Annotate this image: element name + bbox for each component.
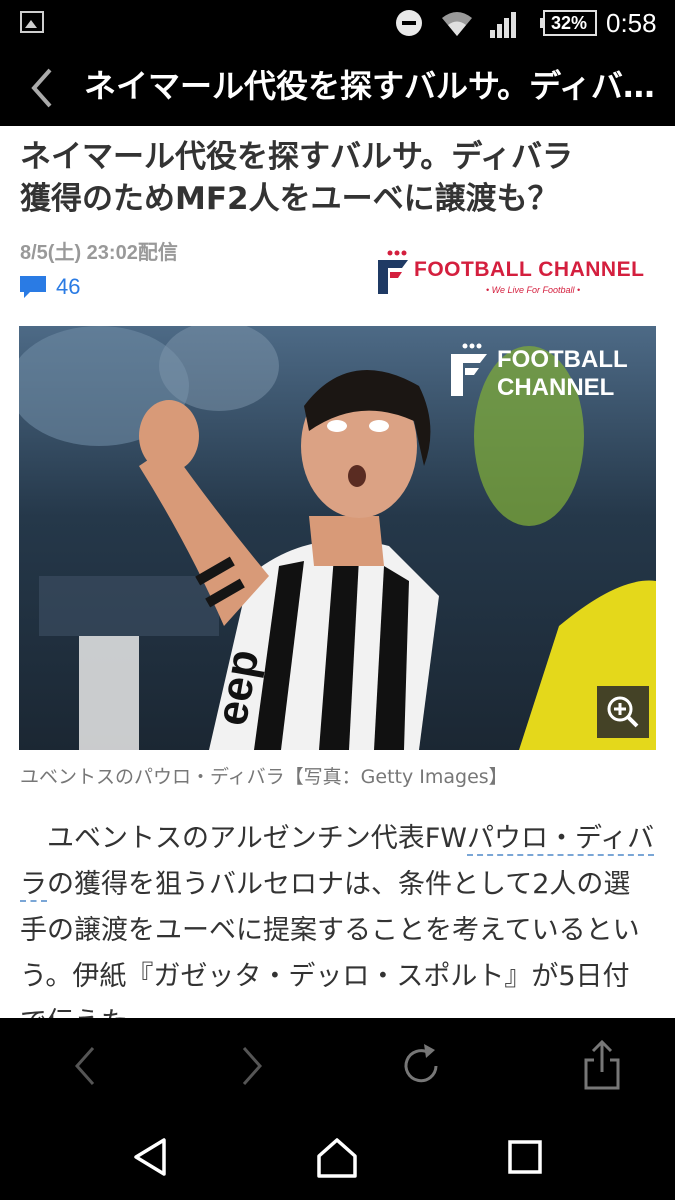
browser-toolbar	[0, 1018, 675, 1114]
publisher-logo[interactable]: FOOTBALL CHANNEL • We Live For Football …	[376, 248, 661, 298]
clock: 0:58	[606, 8, 657, 38]
back-arrow-icon[interactable]	[10, 56, 70, 116]
article-content[interactable]: ネイマール代役を探すバルサ。ディバラ 獲得のためMF2人をユーベに譲渡も？ 8/…	[0, 126, 675, 1018]
photo-watermark: FOOTBALL CHANNEL	[449, 340, 649, 401]
share-icon[interactable]	[572, 1036, 632, 1096]
article-photo[interactable]: eep FOOTBALL CHANNEL	[19, 326, 656, 750]
wifi-icon	[442, 12, 472, 36]
headline-line-2: 獲得のためMF2人をユーベに譲渡も？	[20, 181, 559, 217]
browser-forward-icon[interactable]	[222, 1036, 282, 1096]
browser-back-icon[interactable]	[55, 1036, 115, 1096]
body-text-rest: の獲得を狙うバルセロナは、条件として2人の選手の譲渡をユーベに提案することを考え…	[20, 869, 640, 1018]
comment-count: 46	[56, 274, 81, 299]
nav-home-icon[interactable]	[312, 1132, 362, 1182]
zoom-button[interactable]	[597, 686, 649, 738]
titlebar-title: ネイマール代役を探すバルサ。ディバ…	[84, 67, 654, 105]
body-text-lead: ユベントスのアルゼンチン代表FW	[20, 823, 467, 854]
battery-level: 32%	[550, 13, 588, 33]
do-not-disturb-icon	[396, 10, 422, 36]
publisher-logo-mark	[378, 250, 408, 294]
reload-icon[interactable]	[391, 1036, 451, 1096]
signal-icon	[490, 12, 516, 38]
battery-icon: 32%	[540, 10, 598, 36]
photo-watermark-mark	[451, 343, 487, 396]
article-headline: ネイマール代役を探すバルサ。ディバラ 獲得のためMF2人をユーベに譲渡も？	[20, 136, 660, 220]
article-body: ユベントスのアルゼンチン代表FWパウロ・ディバラの獲得を狙うバルセロナは、条件と…	[20, 816, 656, 1018]
picture-icon	[20, 11, 44, 33]
photo-watermark-line-2: CHANNEL	[497, 374, 615, 401]
status-bar: 32% 0:58	[0, 0, 675, 46]
publisher-logo-tagline: • We Live For Football •	[486, 285, 581, 295]
publish-date: 8/5(土) 23:02配信	[20, 242, 178, 264]
comment-icon	[20, 276, 46, 298]
photo-caption: ユベントスのパウロ・ディバラ【写真：Getty Images】	[20, 766, 508, 788]
app-titlebar: ネイマール代役を探すバルサ。ディバ…	[0, 46, 675, 126]
publisher-logo-text: FOOTBALL CHANNEL	[414, 258, 645, 281]
zoom-icon	[607, 696, 639, 728]
headline-line-1: ネイマール代役を探すバルサ。ディバラ	[20, 139, 574, 175]
photo-watermark-line-1: FOOTBALL	[497, 346, 628, 373]
system-nav-bar	[0, 1114, 675, 1200]
nav-recents-icon[interactable]	[500, 1132, 550, 1182]
nav-back-icon[interactable]	[126, 1132, 176, 1182]
